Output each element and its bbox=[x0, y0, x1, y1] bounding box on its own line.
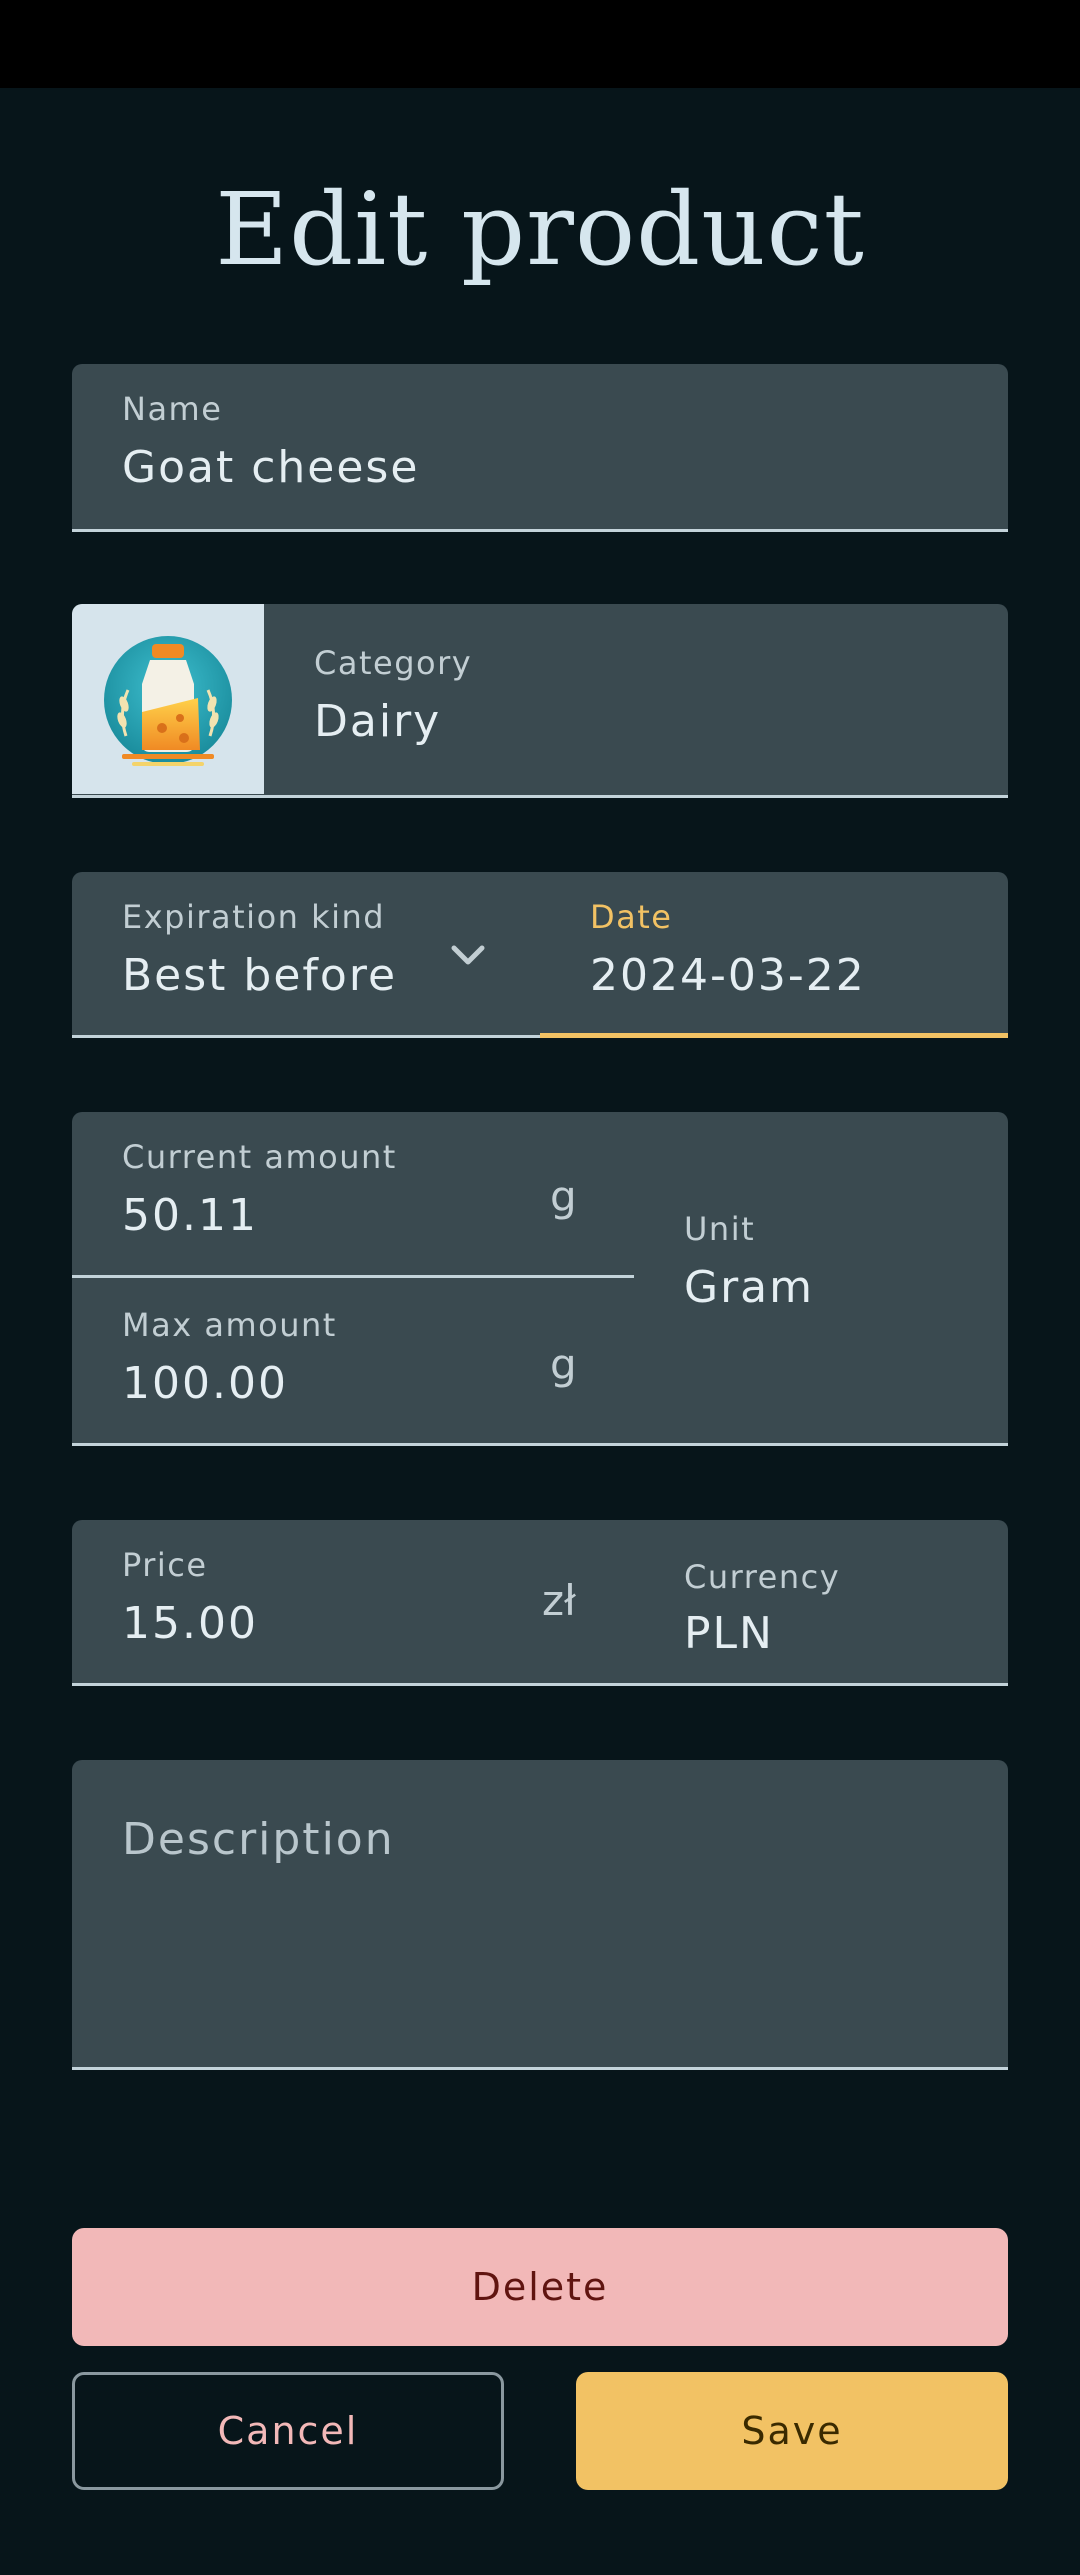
delete-button[interactable]: Delete bbox=[72, 2228, 1008, 2346]
currency-field[interactable]: Currency PLN bbox=[634, 1520, 1008, 1683]
price-value: 15.00 bbox=[122, 1598, 258, 1649]
max-amount-value: 100.00 bbox=[122, 1358, 288, 1409]
unit-value: Gram bbox=[684, 1262, 815, 1313]
category-label: Category bbox=[314, 644, 473, 682]
delete-button-label: Delete bbox=[471, 2265, 609, 2309]
unit-field[interactable]: Unit Gram bbox=[634, 1112, 1008, 1444]
current-amount-label: Current amount bbox=[122, 1138, 397, 1176]
price-field[interactable]: Price 15.00 zł bbox=[72, 1520, 634, 1683]
currency-value: PLN bbox=[684, 1608, 774, 1659]
expiration-kind-label: Expiration kind bbox=[122, 898, 386, 936]
unit-label: Unit bbox=[684, 1210, 756, 1248]
name-value: Goat cheese bbox=[122, 442, 420, 493]
page-title: Edit product bbox=[215, 171, 865, 288]
expiration-kind-value: Best before bbox=[122, 950, 398, 1001]
description-placeholder: Description bbox=[122, 1814, 395, 1865]
max-amount-suffix: g bbox=[550, 1340, 577, 1389]
status-bar bbox=[0, 0, 1080, 88]
dairy-cheese-bottle-icon bbox=[104, 636, 232, 766]
max-amount-field[interactable]: Max amount 100.00 g bbox=[72, 1278, 634, 1444]
save-button-label: Save bbox=[741, 2409, 843, 2453]
price-group: Price 15.00 zł Currency PLN bbox=[72, 1520, 1008, 1686]
name-field[interactable]: Name Goat cheese bbox=[72, 364, 1008, 532]
expiration-kind-dropdown[interactable]: Expiration kind Best before bbox=[72, 872, 540, 1038]
max-amount-label: Max amount bbox=[122, 1306, 337, 1344]
category-icon-box bbox=[72, 604, 264, 794]
expiration-row: Expiration kind Best before Date 2024-03… bbox=[72, 872, 1008, 1038]
current-amount-value: 50.11 bbox=[122, 1190, 258, 1241]
date-label: Date bbox=[590, 898, 673, 936]
price-label: Price bbox=[122, 1546, 208, 1584]
cancel-button-label: Cancel bbox=[217, 2409, 359, 2453]
currency-label: Currency bbox=[684, 1558, 841, 1596]
current-amount-field[interactable]: Current amount 50.11 g bbox=[72, 1112, 634, 1278]
date-value: 2024-03-22 bbox=[590, 950, 866, 1001]
name-label: Name bbox=[122, 390, 223, 428]
category-value: Dairy bbox=[314, 696, 442, 747]
cancel-button[interactable]: Cancel bbox=[72, 2372, 504, 2490]
current-amount-suffix: g bbox=[550, 1172, 577, 1221]
save-button[interactable]: Save bbox=[576, 2372, 1008, 2490]
price-suffix: zł bbox=[542, 1576, 576, 1625]
date-field[interactable]: Date 2024-03-22 bbox=[540, 872, 1008, 1038]
chevron-down-icon bbox=[451, 945, 485, 965]
edit-product-screen: Edit product Name Goat cheese Category D… bbox=[0, 0, 1080, 2575]
description-field[interactable]: Description bbox=[72, 1760, 1008, 2070]
category-field[interactable]: Category Dairy bbox=[72, 604, 1008, 798]
amounts-group: Current amount 50.11 g Max amount 100.00… bbox=[72, 1112, 1008, 1446]
